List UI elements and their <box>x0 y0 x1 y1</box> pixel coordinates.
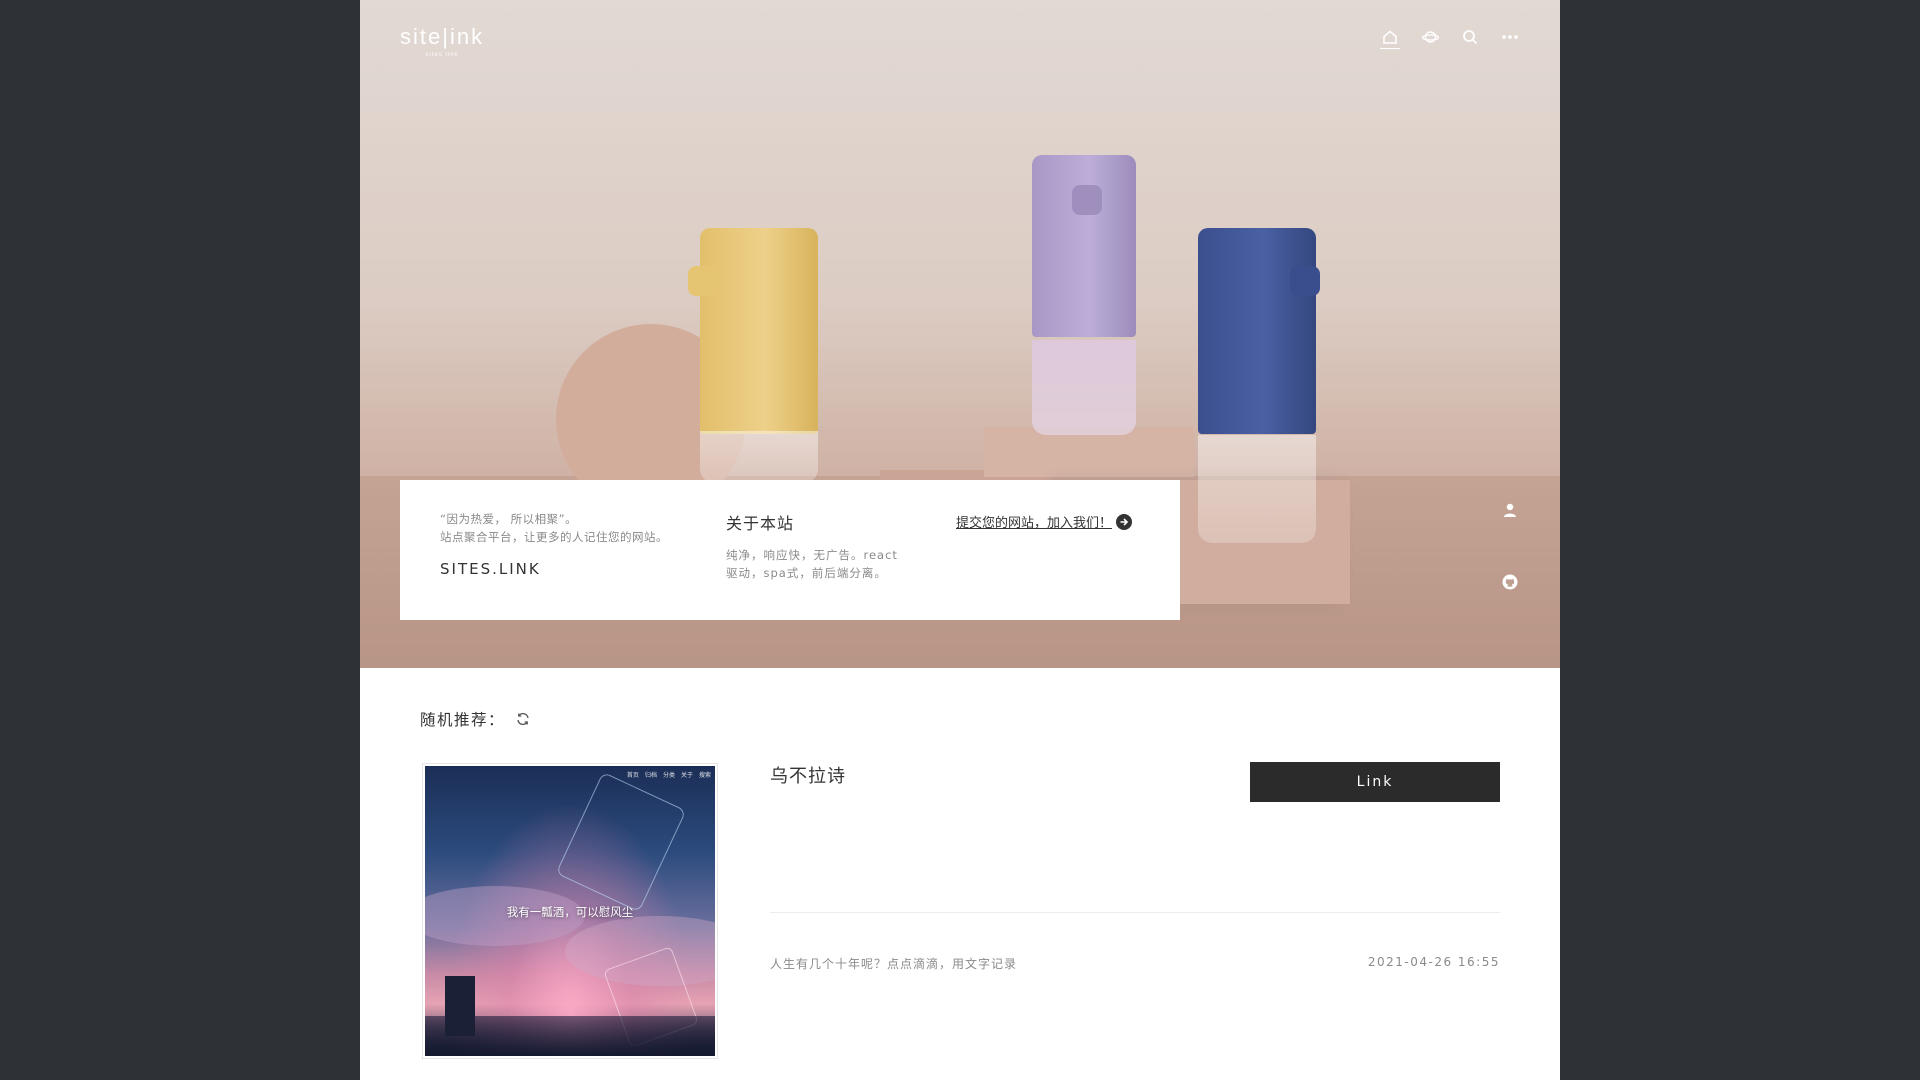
page-container: site|ink sites link “因为热爱， 所以相聚”。 站点聚合平台… <box>360 0 1560 1080</box>
thumbnail-slogan: 我有一瓢酒，可以慰风尘 <box>506 905 634 919</box>
home-icon[interactable] <box>1380 26 1400 49</box>
about-site: 关于本站 纯净，响应快，无广告。react 驱动，spa式，前后端分离。 <box>726 510 936 582</box>
user-icon[interactable] <box>1500 500 1520 520</box>
thumbnail-nav-item: 归档 <box>644 771 657 779</box>
site-name: SITES.LINK <box>440 560 541 578</box>
submit-site-label[interactable]: 提交您的网站，加入我们！ <box>956 512 1112 531</box>
logo-text: site|ink <box>400 24 485 49</box>
about-desc-line: 纯净，响应快，无广告。react <box>726 548 898 562</box>
submit-site-link[interactable]: 提交您的网站，加入我们！ <box>956 512 1133 531</box>
site-logo[interactable]: site|ink sites link <box>400 24 484 58</box>
search-icon[interactable] <box>1460 26 1480 48</box>
blue-bottle-image <box>1198 228 1320 543</box>
thumbnail-nav-item: 分类 <box>662 771 675 779</box>
about-title: 关于本站 <box>726 514 795 533</box>
thumbnail-image: 首页 归档 分类 关于 搜索 我有一瓢酒，可以慰风尘 <box>425 766 715 1056</box>
top-nav <box>1380 26 1520 49</box>
site-date: 2021-04-26 16:55 <box>1367 955 1500 969</box>
about-card: “因为热爱， 所以相聚”。 站点聚合平台，让更多的人记住您的网站。 SITES.… <box>400 480 1180 620</box>
more-icon[interactable] <box>1500 26 1520 48</box>
purple-bottle-image <box>1032 155 1136 435</box>
hero-banner: site|ink sites link “因为热爱， 所以相聚”。 站点聚合平台… <box>360 0 1560 668</box>
slogan-line: 站点聚合平台，让更多的人记住您的网站。 <box>440 530 668 544</box>
side-icons <box>1500 500 1520 592</box>
logo-subtitle: sites link <box>425 52 459 58</box>
arrow-right-icon[interactable] <box>1116 513 1133 530</box>
site-thumbnail[interactable]: 首页 归档 分类 关于 搜索 我有一瓢酒，可以慰风尘 <box>422 763 718 1059</box>
about-intro: “因为热爱， 所以相聚”。 站点聚合平台，让更多的人记住您的网站。 SITES.… <box>440 510 710 578</box>
slogan-line: “因为热爱， 所以相聚”。 <box>440 512 578 526</box>
site-description: 人生有几个十年呢？点点滴滴，用文字记录 <box>770 957 1018 971</box>
random-recommend-label: 随机推荐： <box>420 711 506 729</box>
random-recommend-header: 随机推荐： <box>420 708 531 730</box>
divider <box>770 912 1500 913</box>
yellow-bottle-image <box>688 228 818 483</box>
link-button[interactable]: Link <box>1250 762 1500 802</box>
thumbnail-nav: 首页 归档 分类 关于 搜索 <box>425 766 715 782</box>
site-title: 乌不拉诗 <box>770 766 846 787</box>
about-description: 纯净，响应快，无广告。react 驱动，spa式，前后端分离。 <box>726 546 936 582</box>
planet-icon[interactable] <box>1420 26 1440 48</box>
thumbnail-nav-item: 关于 <box>680 771 693 779</box>
refresh-icon[interactable] <box>515 711 531 727</box>
about-desc-line: 驱动，spa式，前后端分离。 <box>726 566 887 580</box>
thumbnail-nav-item: 首页 <box>626 771 639 779</box>
github-icon[interactable] <box>1500 572 1520 592</box>
thumbnail-nav-item: 搜索 <box>698 771 711 779</box>
